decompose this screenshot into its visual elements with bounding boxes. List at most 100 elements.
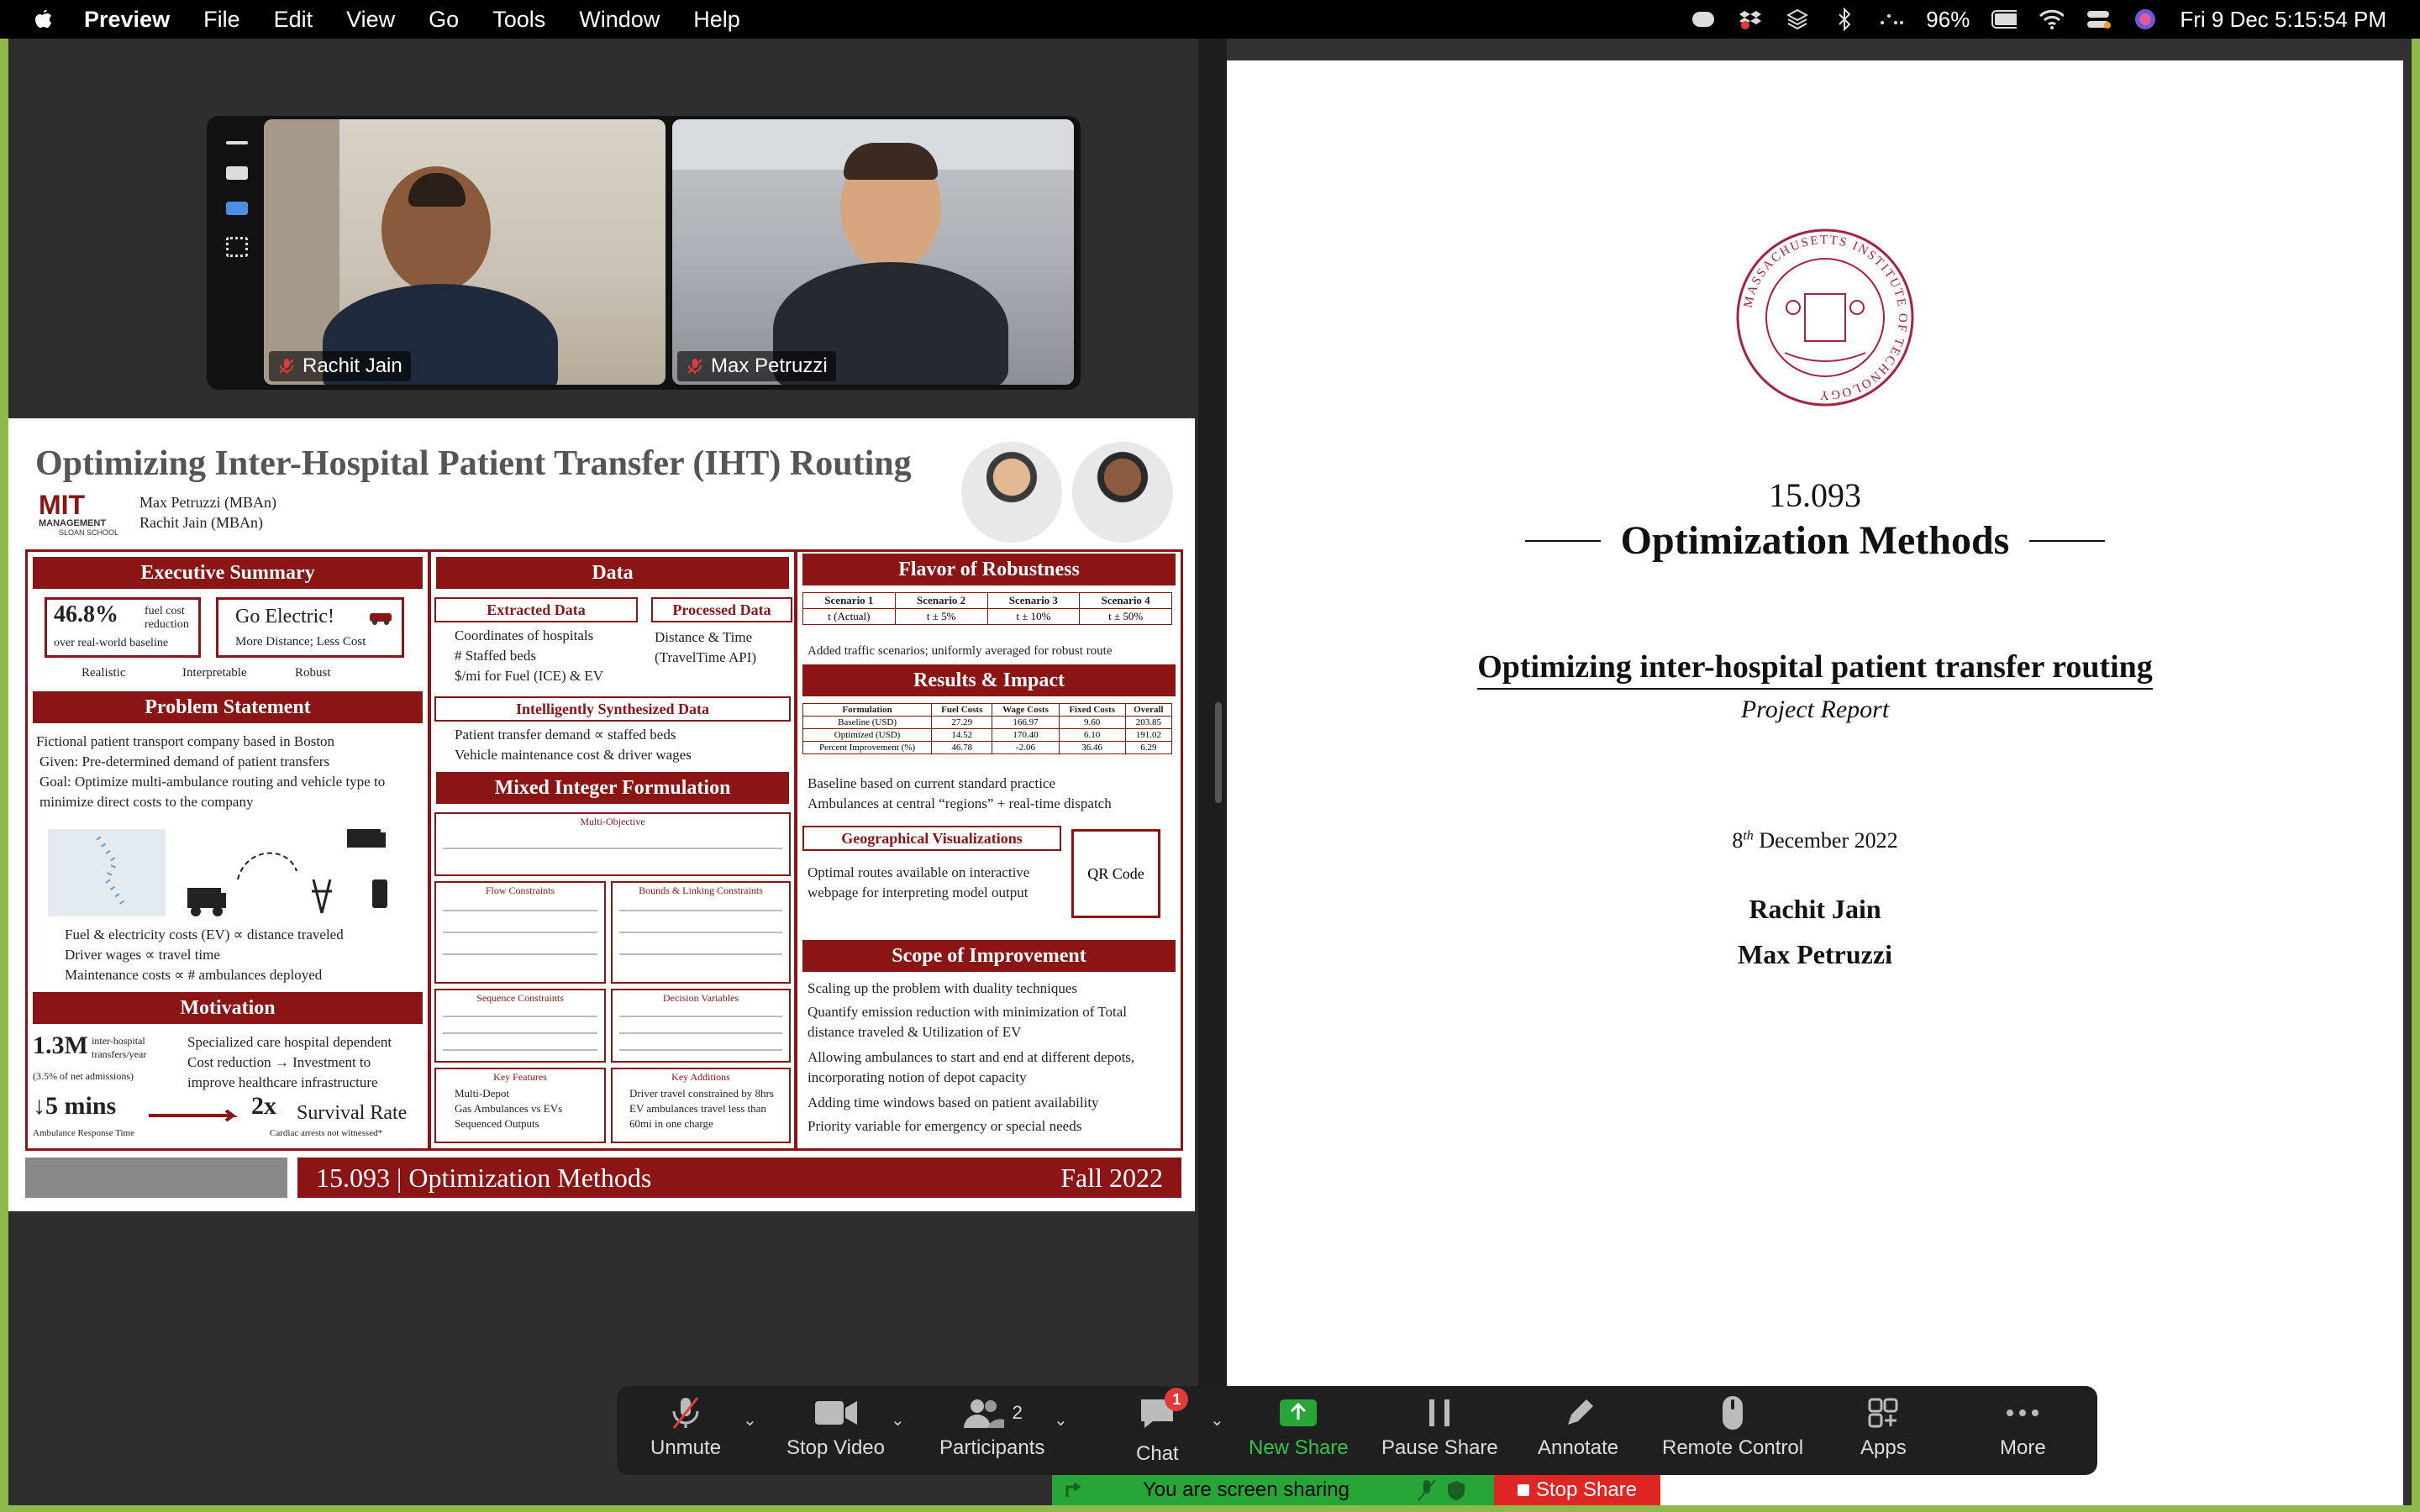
menu-app-name[interactable]: Preview: [84, 7, 170, 33]
stop-video-button[interactable]: Stop Video: [786, 1394, 885, 1470]
flow-title: Flow Constraints: [485, 885, 555, 896]
stop-share-button[interactable]: Stop Share: [1494, 1475, 1660, 1505]
poster-footer: 15.093 | Optimization Methods Fall 2022: [297, 1158, 1181, 1198]
key-feature: Sequenced Outputs: [455, 1117, 539, 1130]
report-page: MASSACHUSETTS INSTITUTE OF TECHNOLOGY 15…: [1227, 60, 2403, 1505]
new-share-button[interactable]: New Share: [1249, 1394, 1349, 1470]
participant-name-tag: Rachit Jain: [269, 351, 411, 381]
muted-mic-icon: [279, 359, 294, 374]
remote-control-button[interactable]: Remote Control: [1662, 1394, 1803, 1470]
decision-box: Decision Variables: [611, 989, 791, 1063]
menu-view[interactable]: View: [346, 7, 395, 33]
single-view-icon[interactable]: [226, 166, 248, 180]
go-electric-sub: More Distance; Less Cost: [235, 635, 366, 648]
menu-datetime[interactable]: Fri 9 Dec 5:15:54 PM: [2180, 7, 2386, 33]
grid-view-icon[interactable]: [226, 237, 248, 257]
course-title-row: Optimization Methods: [1227, 517, 2403, 564]
menu-file[interactable]: File: [203, 7, 240, 33]
unmute-button[interactable]: Unmute: [650, 1394, 721, 1470]
problem-goal: Goal: Optimize multi-ambulance routing a…: [39, 774, 386, 810]
svg-text:MANAGEMENT: MANAGEMENT: [39, 518, 106, 528]
cost-line: Fuel & electricity costs (EV) ∝ distance…: [65, 927, 344, 942]
table-header: Scenario 2: [894, 592, 988, 609]
siri-icon[interactable]: [2133, 7, 2158, 32]
chevron-down-icon[interactable]: ⌄: [1054, 1410, 1068, 1431]
minimize-icon[interactable]: [226, 141, 248, 144]
response-time-sub: Ambulance Response Time: [33, 1128, 134, 1138]
screen-sharing-bar[interactable]: You are screen sharing: [1052, 1475, 1494, 1505]
video-tile-rachit[interactable]: Rachit Jain: [264, 119, 666, 385]
zoom-status-icon[interactable]: [1691, 7, 1716, 32]
battery-icon[interactable]: [1991, 7, 2018, 32]
flow-constraints-box: Flow Constraints: [434, 881, 606, 984]
video-tile-max[interactable]: Max Petruzzi: [672, 119, 1074, 385]
scope-item: Priority variable for emergency or speci…: [808, 1118, 1082, 1134]
flavor-note: Added traffic scenarios; uniformly avera…: [808, 644, 1113, 658]
electric-car-icon: [370, 613, 392, 625]
menu-edit[interactable]: Edit: [274, 7, 313, 33]
scope-item: Scaling up the problem with duality tech…: [808, 980, 1078, 996]
menu-go[interactable]: Go: [429, 7, 459, 33]
chat-badge: 1: [1165, 1388, 1189, 1411]
chevron-down-icon[interactable]: ⌄: [743, 1410, 757, 1431]
mit-seal: MASSACHUSETTS INSTITUTE OF TECHNOLOGY: [1736, 228, 1914, 407]
apps-button[interactable]: Apps: [1860, 1394, 1907, 1470]
dots-status-icon[interactable]: [1879, 7, 1904, 32]
chat-label: Chat: [1136, 1442, 1179, 1465]
sequence-box: Sequence Constraints: [434, 989, 606, 1063]
results-note: Baseline based on current standard pract…: [808, 775, 1056, 791]
menu-tools[interactable]: Tools: [492, 7, 545, 33]
control-center-icon[interactable]: [2086, 7, 2112, 32]
motivation-heading: Motivation: [33, 992, 423, 1024]
footer-course: 15.093 | Optimization Methods: [316, 1162, 652, 1193]
table-cell: Optimized (USD): [802, 728, 933, 742]
pane-divider[interactable]: [1198, 39, 1227, 1505]
chevron-down-icon[interactable]: ⌄: [891, 1410, 905, 1431]
pencil-icon: [1568, 1399, 1594, 1425]
apps-label: Apps: [1860, 1436, 1907, 1459]
table-cell: 36.46: [1058, 741, 1126, 754]
poster-column-right: Flavor of Robustness Scenario 1 Scenario…: [795, 549, 1183, 1151]
report-title: Optimizing inter-hospital patient transf…: [1477, 649, 2153, 690]
strip-view-icon[interactable]: [226, 202, 248, 215]
apple-icon[interactable]: [30, 7, 55, 32]
response-time-stat: ↓5 mins: [33, 1092, 117, 1120]
menu-window[interactable]: Window: [579, 7, 660, 33]
more-button[interactable]: More: [2000, 1394, 2046, 1470]
boston-map-thumbnail: [48, 829, 166, 916]
mip-heading: Mixed Integer Formulation: [436, 772, 789, 804]
table-cell: 203.85: [1124, 716, 1173, 729]
divider-handle[interactable]: [1215, 702, 1222, 803]
results-heading: Results & Impact: [802, 664, 1176, 696]
muted-mic-icon[interactable]: [1417, 1478, 1437, 1502]
poster-authors: Max Petruzzi (MBAn) Rachit Jain (MBAn): [139, 492, 276, 533]
poster-column-middle: Data Extracted Data Coordinates of hospi…: [429, 549, 797, 1151]
scope-item: Quantify emission reduction with minimiz…: [808, 1004, 1127, 1040]
processed-item: Distance & Time (TravelTime API): [655, 629, 757, 665]
bluetooth-icon[interactable]: [1832, 7, 1857, 32]
motivation-stat-text: inter-hospital transfers/year: [92, 1035, 147, 1060]
apps-icon: [1868, 1398, 1898, 1428]
table-cell: 27.29: [931, 716, 993, 729]
chevron-down-icon[interactable]: ⌄: [1210, 1410, 1224, 1431]
dropbox-icon[interactable]: [1738, 7, 1763, 32]
key-feature: Multi-Depot: [455, 1087, 509, 1100]
qr-code-placeholder[interactable]: QR Code: [1071, 829, 1160, 918]
geo-text: Optimal routes available on interactive …: [808, 864, 1030, 900]
svg-text:MIT: MIT: [39, 491, 86, 520]
wifi-icon[interactable]: [2039, 7, 2065, 32]
chat-button[interactable]: 1 Chat: [1136, 1388, 1189, 1470]
menu-help[interactable]: Help: [693, 7, 740, 33]
arrow-icon: [149, 1110, 238, 1121]
scope-item: Allowing ambulances to start and end at …: [808, 1049, 1135, 1085]
annotate-button[interactable]: Annotate: [1538, 1394, 1618, 1470]
headshot-max: [961, 442, 1062, 543]
new-share-label: New Share: [1249, 1436, 1349, 1459]
shield-icon[interactable]: [1445, 1479, 1467, 1501]
layers-icon[interactable]: [1785, 7, 1810, 32]
pause-share-button[interactable]: Pause Share: [1381, 1394, 1498, 1470]
participants-button[interactable]: 2 Participants: [939, 1394, 1044, 1470]
table-cell: 46.78: [931, 741, 993, 754]
report-author: Rachit Jain: [1749, 894, 1881, 924]
fuel-stat-value: 46.8%: [54, 601, 118, 627]
